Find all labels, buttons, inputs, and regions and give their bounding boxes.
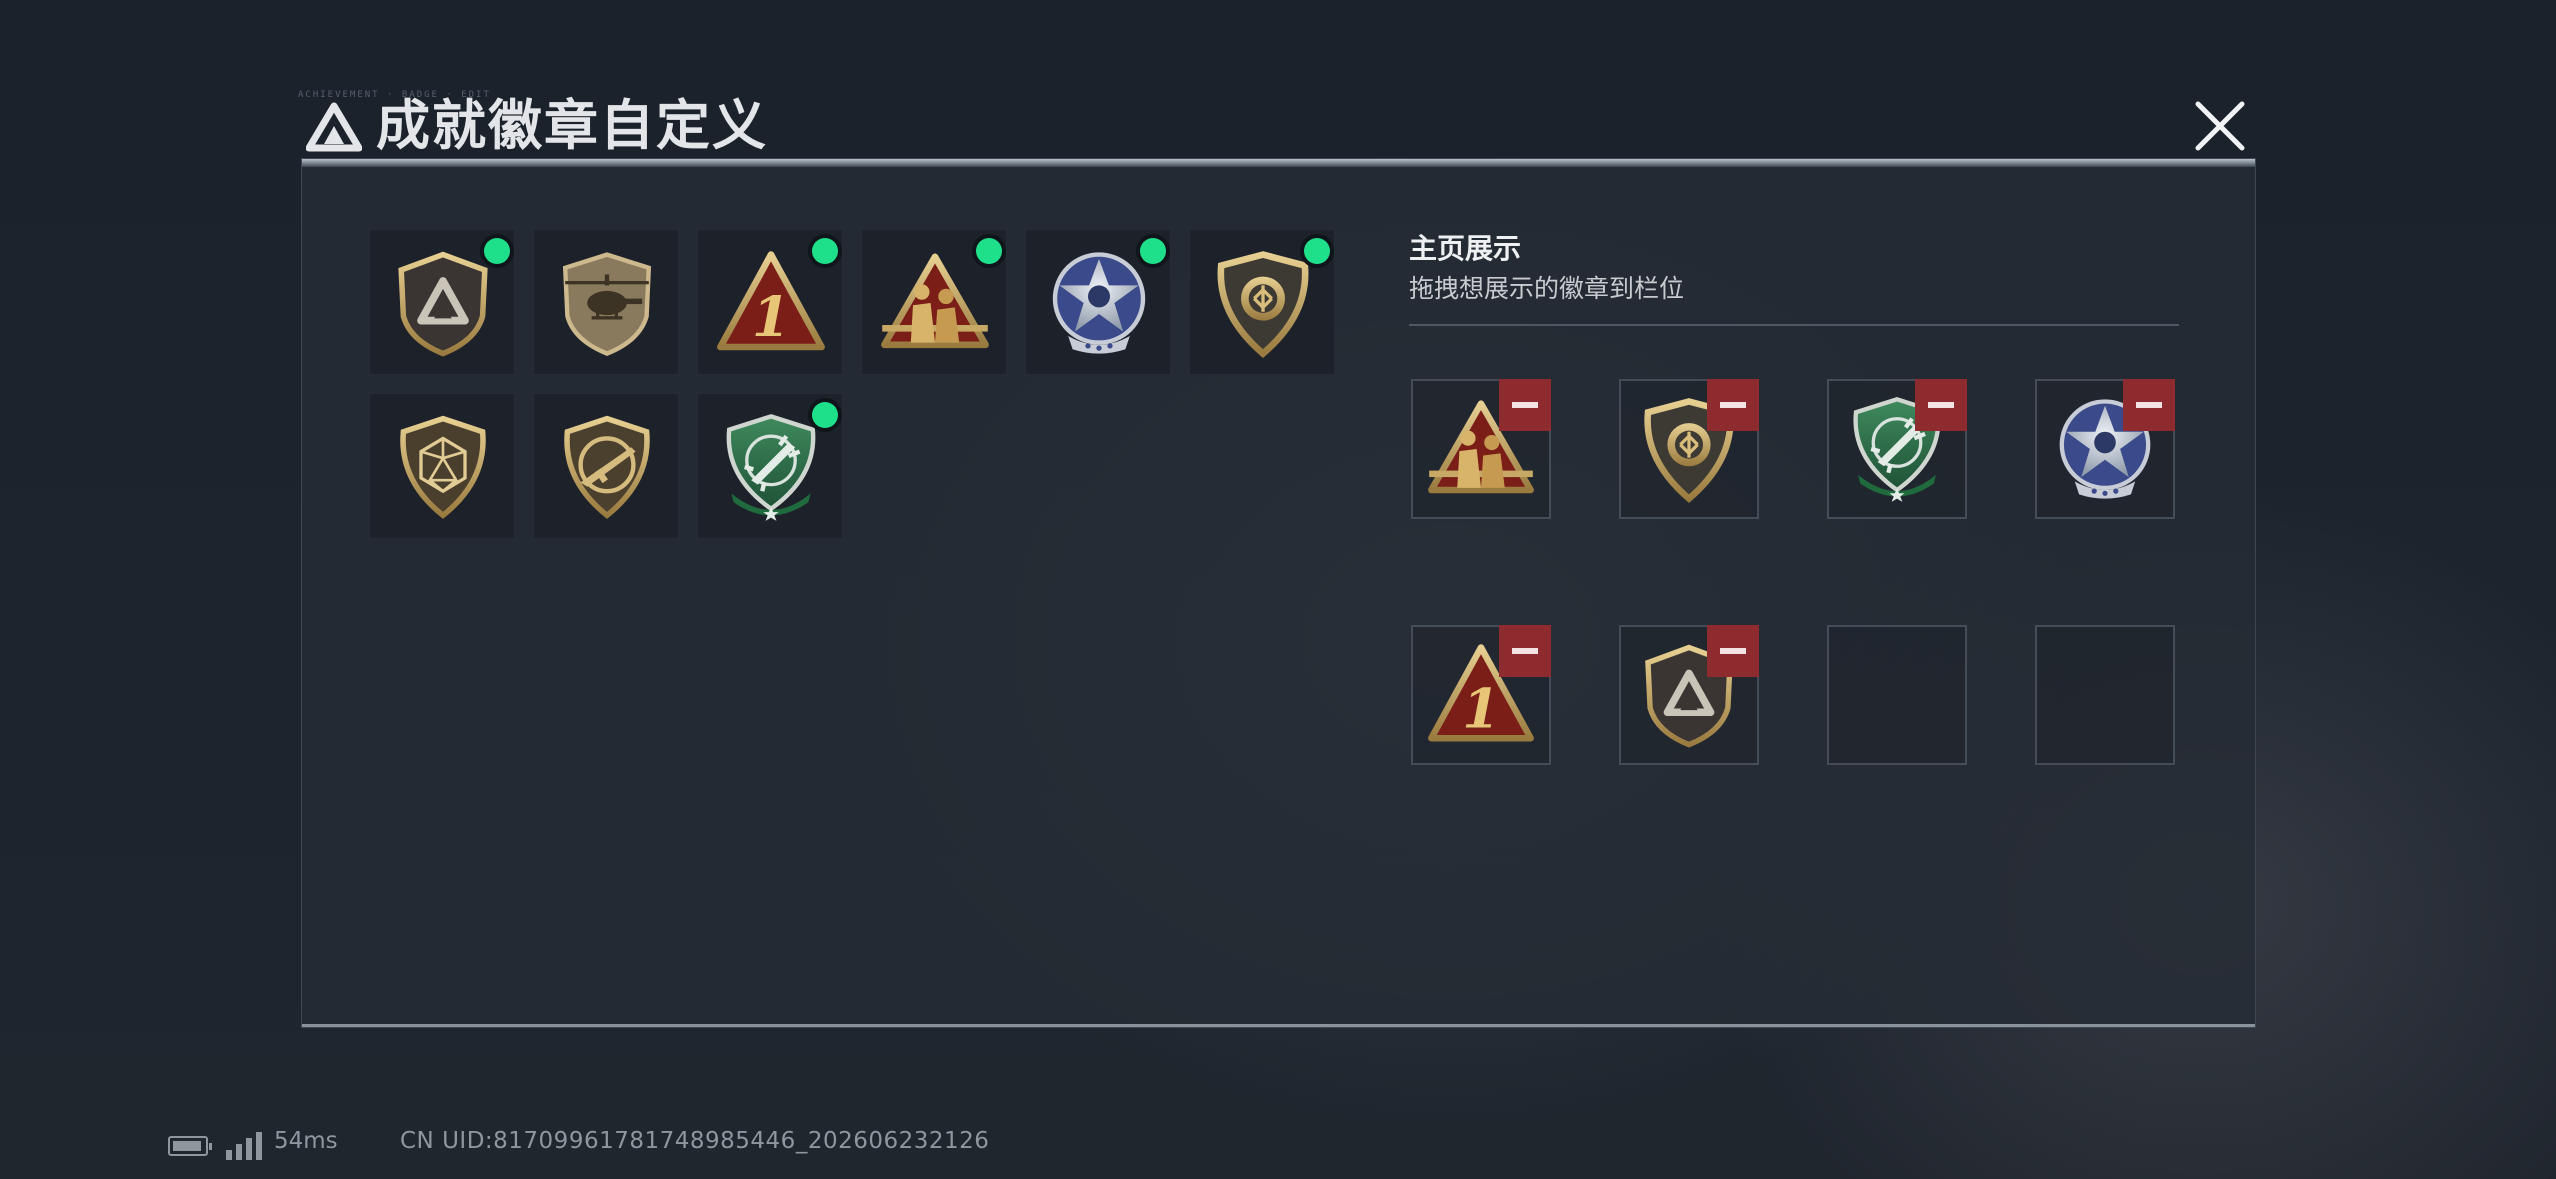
display-section-hint: 拖拽想展示的徽章到栏位 — [1409, 274, 1685, 303]
badge-panel: 主页展示 拖拽想展示的徽章到栏位 — [301, 158, 2256, 1028]
remove-badge-button[interactable] — [1707, 625, 1759, 677]
badge-tile-rifle-shield[interactable] — [533, 393, 679, 539]
new-indicator-dot — [484, 238, 510, 264]
triangle-logo-icon — [306, 102, 362, 152]
panel-bottom-border — [302, 1024, 2255, 1027]
d20-shield-badge-icon — [388, 412, 498, 522]
new-indicator-dot — [812, 402, 838, 428]
remove-badge-button[interactable] — [1499, 379, 1551, 431]
title-bar: ACHIEVEMENT · BADGE · EDIT 成就徽章自定义 — [298, 90, 2253, 160]
panel-top-border — [302, 159, 2255, 167]
page-title: 成就徽章自定义 — [376, 94, 768, 157]
remove-badge-button[interactable] — [1915, 379, 1967, 431]
helicopter-shield-badge-icon — [552, 248, 662, 358]
display-slot-1[interactable] — [1411, 379, 1551, 519]
ping-readout: 54ms — [274, 1128, 338, 1154]
display-slot-2[interactable] — [1619, 379, 1759, 519]
close-button[interactable] — [2188, 94, 2252, 158]
rifle-shield-badge-icon — [552, 412, 662, 522]
gold-target-shield-badge-icon — [1208, 248, 1318, 358]
badge-tile-number-one-triangle[interactable] — [697, 229, 843, 375]
badge-tile-triangle-shield[interactable] — [369, 229, 515, 375]
homepage-display-section: 主页展示 拖拽想展示的徽章到栏位 — [1409, 229, 2179, 765]
display-slot-5[interactable] — [1411, 625, 1551, 765]
badge-tile-gold-target-shield[interactable] — [1189, 229, 1335, 375]
remove-badge-button[interactable] — [1499, 625, 1551, 677]
triangle-shield-badge-icon — [388, 248, 498, 358]
display-slot-4[interactable] — [2035, 379, 2175, 519]
badge-tile-helicopter-shield[interactable] — [533, 229, 679, 375]
display-section-title: 主页展示 — [1409, 232, 1522, 265]
skull-star-medal-badge-icon — [1044, 248, 1154, 358]
remove-badge-button[interactable] — [1707, 379, 1759, 431]
number-one-triangle-badge-icon — [716, 248, 826, 358]
new-indicator-dot — [812, 238, 838, 264]
display-slot-3[interactable] — [1827, 379, 1967, 519]
display-slot-8-empty[interactable] — [2035, 625, 2175, 765]
badge-tile-green-rocket-shield[interactable] — [697, 393, 843, 539]
battery-icon — [168, 1136, 212, 1156]
divider — [1409, 324, 2179, 326]
close-icon — [2195, 101, 2245, 151]
display-slot-6[interactable] — [1619, 625, 1759, 765]
display-slot-7-empty[interactable] — [1827, 625, 1967, 765]
remove-badge-button[interactable] — [2123, 379, 2175, 431]
user-uid: CN UID:81709961781748985446_202606232126 — [400, 1128, 990, 1154]
badge-tile-skull-star-medal[interactable] — [1025, 229, 1171, 375]
new-indicator-dot — [976, 238, 1002, 264]
green-rocket-shield-badge-icon — [716, 412, 826, 522]
status-bar: 54ms CN UID:81709961781748985446_2026062… — [168, 1124, 1068, 1164]
badge-tile-soldiers-triangle[interactable] — [861, 229, 1007, 375]
new-indicator-dot — [1140, 238, 1166, 264]
badge-tile-d20-shield[interactable] — [369, 393, 515, 539]
new-indicator-dot — [1304, 238, 1330, 264]
soldiers-triangle-badge-icon — [880, 248, 990, 358]
signal-icon — [226, 1132, 262, 1160]
